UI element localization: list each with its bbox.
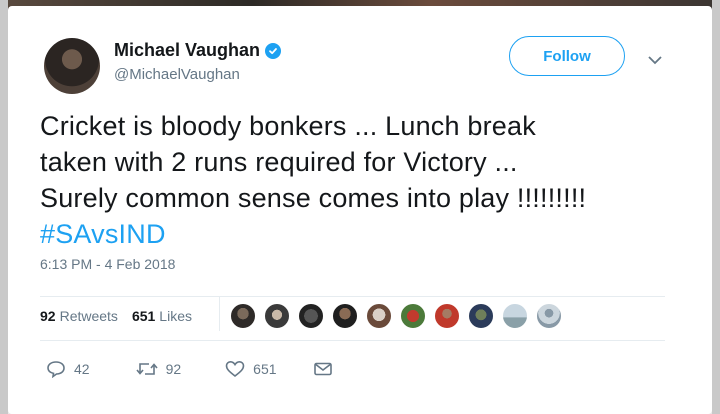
liker-avatars <box>230 303 570 329</box>
reply-icon <box>47 361 65 378</box>
liker-avatar[interactable] <box>264 303 290 329</box>
retweet-button[interactable]: 92 <box>135 360 182 378</box>
tweet-timestamp[interactable]: 6:13 PM - 4 Feb 2018 <box>40 256 175 272</box>
tweet-actions: 42 92 651 <box>46 360 333 378</box>
like-count: 651 <box>253 361 277 377</box>
tweet-text-line-3: Surely common sense comes into play !!!!… <box>40 183 587 213</box>
tweet-text-line-1: Cricket is bloody bonkers ... Lunch brea… <box>40 111 536 141</box>
author-avatar[interactable] <box>44 38 100 94</box>
hashtag-link[interactable]: #SAvsIND <box>40 216 680 252</box>
liker-avatar[interactable] <box>332 303 358 329</box>
likes-count: 651 <box>131 308 156 324</box>
retweets-stat[interactable]: 92 Retweets <box>40 308 118 324</box>
retweet-count: 92 <box>165 361 182 377</box>
like-button[interactable]: 651 <box>225 360 277 378</box>
tweet-text: Cricket is bloody bonkers ... Lunch brea… <box>40 108 680 252</box>
author-name[interactable]: Michael Vaughan <box>114 40 260 61</box>
reply-button[interactable]: 42 <box>46 360 90 378</box>
retweets-label: Retweets <box>59 308 118 324</box>
liker-avatar[interactable] <box>400 303 426 329</box>
background-right-edge <box>712 0 720 414</box>
engagement-stats: 92 Retweets 651 Likes <box>40 308 192 324</box>
verified-icon <box>265 42 282 59</box>
liker-avatar[interactable] <box>502 303 528 329</box>
liker-avatar[interactable] <box>366 303 392 329</box>
divider-top <box>40 296 665 297</box>
like-icon <box>225 360 245 378</box>
reply-count: 42 <box>74 361 90 377</box>
follow-button[interactable]: Follow <box>509 36 625 76</box>
direct-message-button[interactable] <box>313 361 333 377</box>
liker-avatar[interactable] <box>468 303 494 329</box>
likes-stat[interactable]: 651 Likes <box>132 308 192 324</box>
liker-avatar[interactable] <box>536 303 562 329</box>
background-left-edge <box>0 0 8 414</box>
likes-label: Likes <box>159 308 192 324</box>
chevron-down-icon[interactable] <box>648 52 662 70</box>
retweets-count: 92 <box>40 308 56 324</box>
liker-avatar[interactable] <box>298 303 324 329</box>
author-name-row: Michael Vaughan <box>114 40 282 61</box>
stats-separator <box>219 297 220 331</box>
author-handle[interactable]: @MichaelVaughan <box>114 66 240 83</box>
divider-bottom <box>40 340 665 341</box>
liker-avatar[interactable] <box>434 303 460 329</box>
liker-avatar[interactable] <box>230 303 256 329</box>
retweet-icon <box>135 363 158 375</box>
tweet-text-line-2: taken with 2 runs required for Victory .… <box>40 147 518 177</box>
message-icon <box>313 362 332 376</box>
